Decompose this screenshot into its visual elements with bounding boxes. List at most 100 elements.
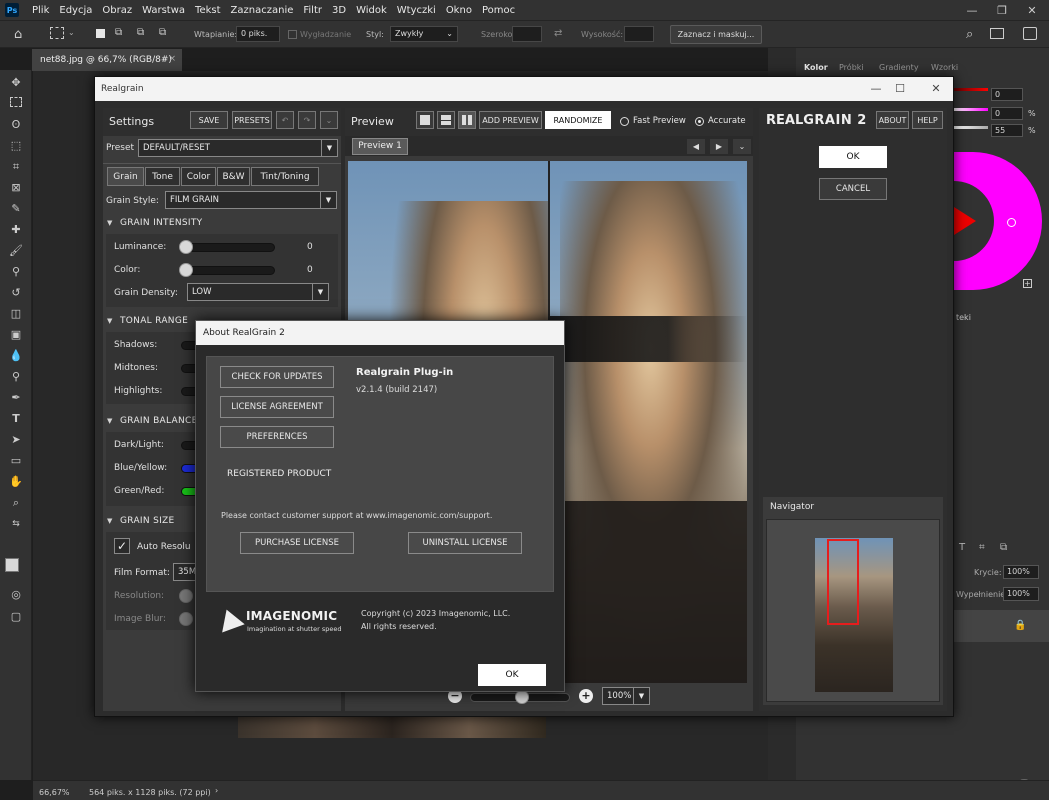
close-icon[interactable]: ✕	[1017, 0, 1047, 20]
foreground-color-swatch[interactable]	[5, 558, 19, 572]
license-agreement-button[interactable]: LICENSE AGREEMENT	[220, 396, 334, 418]
home-icon[interactable]: ⌂	[14, 27, 30, 42]
color-value-2[interactable]: 0	[991, 107, 1023, 120]
menu-obraz[interactable]: Obraz	[97, 5, 137, 16]
healing-tool-icon[interactable]: ✚	[9, 223, 23, 237]
chevron-down-icon[interactable]: ⌄	[733, 139, 751, 154]
share-icon[interactable]	[1023, 27, 1037, 40]
feather-input[interactable]: 0 piks.	[236, 26, 280, 42]
height-input[interactable]	[624, 26, 654, 42]
tab-kolor[interactable]: Kolor	[804, 63, 828, 72]
history-brush-icon[interactable]: ↺	[9, 286, 23, 300]
rectangle-tool-icon[interactable]: ▭	[9, 454, 23, 468]
menu-tekst[interactable]: Tekst	[190, 5, 225, 16]
lasso-tool-icon[interactable]: ʘ	[9, 118, 23, 132]
stamp-tool-icon[interactable]: ⚲	[9, 265, 23, 279]
zoom-readout[interactable]: 66,67%	[39, 788, 70, 797]
randomize-button[interactable]: RANDOMIZE	[545, 111, 611, 129]
color-slider-g[interactable]	[954, 108, 988, 111]
subtract-selection-icon[interactable]: ⧉	[137, 27, 151, 41]
zoom-slider-knob[interactable]	[515, 690, 529, 704]
grain-density-select[interactable]: LOW ▼	[187, 283, 329, 301]
quick-select-tool-icon[interactable]: ⬚	[9, 139, 23, 153]
antialias-checkbox[interactable]	[288, 30, 297, 39]
maximize-icon[interactable]: ❐	[987, 0, 1017, 20]
minimize-icon[interactable]: —	[865, 80, 887, 98]
menu-edycja[interactable]: Edycja	[54, 5, 97, 16]
cancel-button[interactable]: CANCEL	[819, 178, 887, 200]
type-tool-icon[interactable]: T	[9, 412, 23, 426]
zoom-tool-icon[interactable]: ⌕	[9, 496, 23, 510]
document-tab[interactable]: net88.jpg @ 66,7% (RGB/8#) ×	[32, 49, 182, 71]
minimize-icon[interactable]: —	[957, 0, 987, 20]
menu-plik[interactable]: Plik	[27, 5, 54, 16]
swap-icon[interactable]: ⇄	[554, 28, 562, 39]
tab-probki[interactable]: Próbki	[839, 63, 864, 72]
tab-preview-1[interactable]: Preview 1	[352, 138, 408, 155]
pen-tool-icon[interactable]: ✒	[9, 391, 23, 405]
select-and-mask-button[interactable]: Zaznacz i maskuj...	[670, 25, 762, 44]
preset-select[interactable]: DEFAULT/RESET ▼	[138, 139, 338, 157]
close-tab-icon[interactable]: ×	[168, 54, 176, 64]
preferences-button[interactable]: PREFERENCES	[220, 426, 334, 448]
uninstall-license-button[interactable]: UNINSTALL LICENSE	[408, 532, 522, 554]
opacity-input[interactable]: 100%	[1003, 565, 1039, 579]
color-slider-knob[interactable]	[179, 263, 193, 277]
smart-filter-icon[interactable]: ⧉	[1000, 542, 1007, 553]
fast-preview-radio[interactable]	[620, 117, 629, 126]
menu-3d[interactable]: 3D	[327, 5, 351, 16]
presets-button[interactable]: PRESETS	[232, 111, 272, 129]
redo-icon[interactable]: ↷	[298, 111, 316, 129]
workspace-icon[interactable]	[990, 28, 1004, 39]
screen-mode-icon[interactable]: ▢	[9, 610, 23, 624]
luminance-slider[interactable]	[181, 243, 275, 252]
add-selection-icon[interactable]: ⧉	[115, 27, 129, 41]
grain-style-select[interactable]: FILM GRAIN ▼	[165, 191, 337, 209]
maximize-icon[interactable]: ☐	[889, 80, 911, 98]
color-slider-r[interactable]	[954, 88, 988, 91]
close-icon[interactable]: ✕	[925, 80, 947, 98]
about-button[interactable]: ABOUT	[876, 111, 909, 129]
accurate-radio[interactable]	[695, 117, 704, 126]
menu-filtr[interactable]: Filtr	[298, 5, 327, 16]
tab-tint-toning[interactable]: Tint/Toning	[251, 167, 319, 186]
zoom-select[interactable]: 100% ▼	[602, 687, 650, 705]
tab-tone[interactable]: Tone	[145, 167, 180, 186]
tab-grain[interactable]: Grain	[107, 167, 144, 186]
width-input[interactable]	[512, 26, 542, 42]
eraser-tool-icon[interactable]: ◫	[9, 307, 23, 321]
prev-preview-icon[interactable]: ◀	[687, 139, 705, 154]
split-horizontal-icon[interactable]	[437, 111, 455, 129]
single-view-icon[interactable]	[416, 111, 434, 129]
about-ok-button[interactable]: OK	[478, 664, 546, 686]
image-blur-slider-knob[interactable]	[179, 612, 193, 626]
move-tool-icon[interactable]: ✥	[9, 76, 23, 90]
menu-warstwa[interactable]: Warstwa	[137, 5, 190, 16]
add-preview-button[interactable]: ADD PREVIEW	[479, 111, 542, 129]
zoom-in-icon[interactable]: +	[579, 689, 593, 703]
layer-row[interactable]: 🔒	[954, 610, 1049, 642]
luminance-slider-knob[interactable]	[179, 240, 193, 254]
ok-button[interactable]: OK	[819, 146, 887, 168]
auto-resolution-checkbox[interactable]: ✓	[114, 538, 130, 554]
color-slider[interactable]	[181, 266, 275, 275]
grain-intensity-header[interactable]: ▼ GRAIN INTENSITY	[103, 216, 341, 232]
next-preview-icon[interactable]: ▶	[710, 139, 728, 154]
rect-marquee-tool-icon[interactable]	[10, 97, 22, 107]
dodge-tool-icon[interactable]: ⚲	[9, 370, 23, 384]
menu-zaznaczanie[interactable]: Zaznaczanie	[226, 5, 299, 16]
chevron-down-icon[interactable]: ⌄	[68, 28, 75, 37]
quick-mask-icon[interactable]: ◎	[9, 588, 23, 602]
resolution-slider-knob[interactable]	[179, 589, 193, 603]
color-value-3[interactable]: 55	[991, 124, 1023, 137]
brush-tool-icon[interactable]: 🖌	[9, 244, 23, 258]
undo-icon[interactable]: ↶	[276, 111, 294, 129]
chevron-down-icon[interactable]: ⌄	[320, 111, 338, 129]
purchase-license-button[interactable]: PURCHASE LICENSE	[240, 532, 354, 554]
tab-wzorki[interactable]: Wzorki	[931, 63, 958, 72]
navigator-view-box[interactable]	[827, 539, 859, 625]
shape-filter-icon[interactable]: ⌗	[979, 542, 985, 553]
split-vertical-icon[interactable]	[458, 111, 476, 129]
style-select[interactable]: Zwykły ⌄	[390, 26, 458, 42]
check-updates-button[interactable]: CHECK FOR UPDATES	[220, 366, 334, 388]
